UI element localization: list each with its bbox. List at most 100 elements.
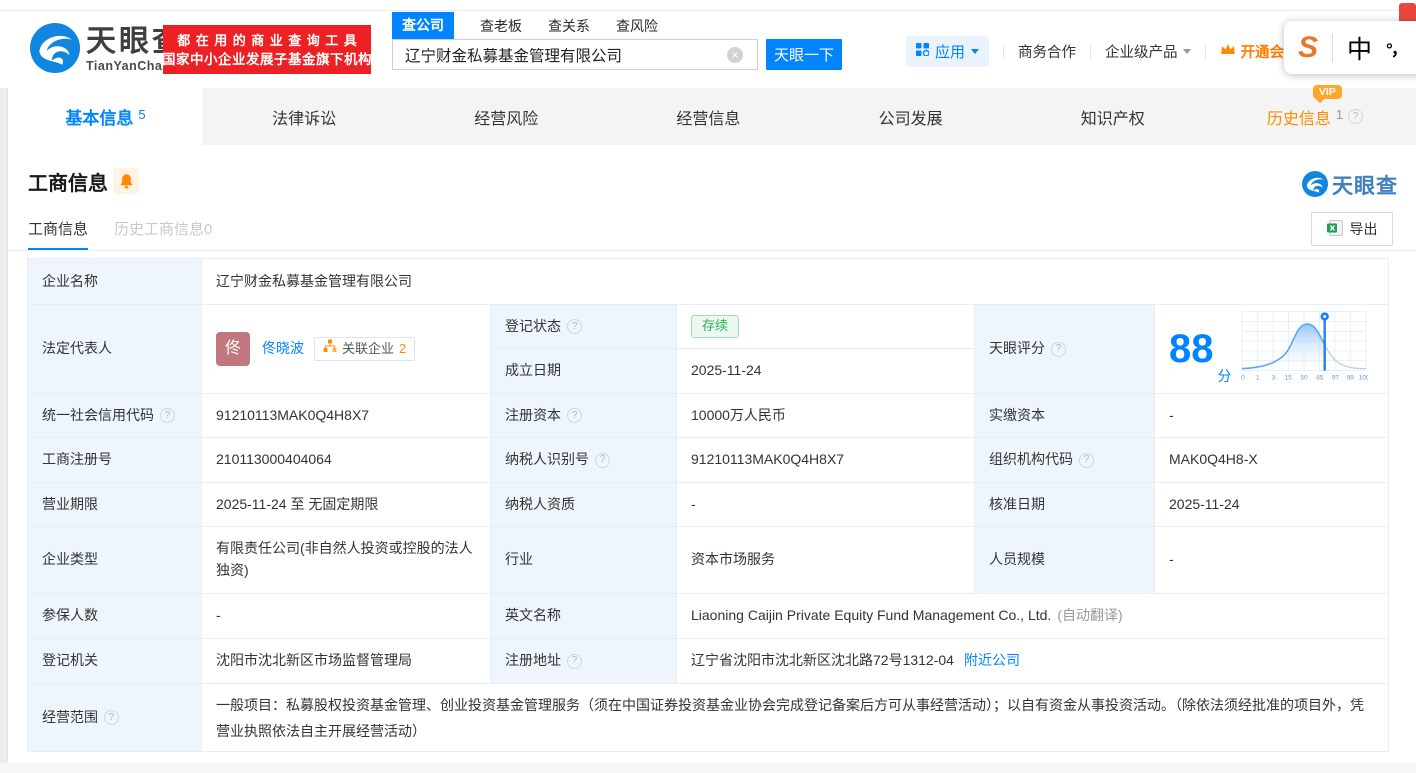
header-divider — [1090, 44, 1092, 59]
subtab-history-business-info[interactable]: 历史工商信息0 — [114, 218, 212, 251]
tab-company-development[interactable]: 公司发展 — [810, 88, 1012, 145]
apps-menu-label: 应用 — [935, 44, 966, 61]
field-label-reg-number: 工商注册号 — [28, 438, 202, 483]
export-button-label: 导出 — [1349, 221, 1378, 237]
top-divider — [0, 10, 1416, 11]
legal-rep-name-link[interactable]: 佟晓波 — [262, 338, 304, 360]
crown-icon — [1220, 43, 1236, 60]
help-icon[interactable] — [104, 710, 119, 725]
field-label-reg-status: 登记状态 — [491, 305, 677, 349]
search-tab-relation[interactable]: 查关系 — [548, 16, 590, 39]
section-title: 工商信息 — [28, 173, 108, 195]
watermark-text: 天眼查 — [1332, 175, 1398, 198]
svg-text:0: 0 — [1241, 374, 1245, 381]
tab-history-info[interactable]: 历史信息 VIP 1 — [1214, 84, 1416, 145]
status-badge: 存续 — [691, 315, 740, 338]
help-icon[interactable] — [1051, 341, 1066, 357]
input-method-toolbar: S 中 °， — [1284, 21, 1416, 74]
watermark-logo: 天眼查 — [1302, 170, 1398, 200]
avatar[interactable]: 佟 — [216, 332, 250, 366]
search-tab-risk[interactable]: 查风险 — [616, 16, 658, 39]
help-icon[interactable] — [160, 408, 175, 423]
tab-legal-proceedings[interactable]: 法律诉讼 — [203, 88, 405, 145]
tab-history-info-count: 1 — [1335, 107, 1344, 122]
field-value-reg-authority: 沈阳市沈北新区市场监督管理局 — [202, 639, 491, 684]
notification-bell-icon[interactable] — [113, 168, 139, 194]
ime-punctuation-toggle[interactable]: °， — [1386, 35, 1408, 60]
field-label-establish-date: 成立日期 — [491, 349, 677, 394]
vip-badge: VIP — [1312, 84, 1342, 99]
help-icon[interactable] — [567, 653, 582, 669]
help-icon[interactable] — [1348, 109, 1364, 124]
sogou-logo-icon[interactable]: S — [1298, 31, 1318, 65]
help-icon[interactable] — [595, 452, 610, 468]
subtab-business-info[interactable]: 工商信息 — [28, 218, 89, 251]
business-cooperation-link[interactable]: 商务合作 — [1018, 41, 1076, 62]
auto-translate-note: (自动翻译) — [1057, 607, 1123, 624]
field-value-business-term: 2025-11-24 至 无固定期限 — [202, 483, 491, 527]
field-value-paid-capital: - — [1155, 394, 1388, 438]
field-value-legal-rep: 佟 佟晓波 关联企业 2 — [202, 305, 491, 394]
excel-icon — [1326, 219, 1343, 239]
tab-basic-info[interactable]: 基本信息 5 — [8, 88, 203, 145]
slogan-line2: 国家中小企业发展子基金旗下机构 — [162, 51, 372, 67]
enterprise-products-label: 企业级产品 — [1105, 45, 1178, 61]
svg-text:50: 50 — [1300, 374, 1308, 381]
enterprise-products-link[interactable]: 企业级产品 — [1105, 41, 1191, 62]
apps-menu[interactable]: 应用 — [906, 36, 990, 67]
tab-operating-info[interactable]: 经营信息 — [607, 88, 809, 145]
ime-language-toggle[interactable]: 中 — [1347, 30, 1372, 66]
nearby-companies-link[interactable]: 附近公司 — [964, 650, 1020, 672]
field-value-credit-code: 91210113MAK0Q4H8X7 — [202, 394, 491, 438]
field-label-industry: 行业 — [491, 527, 677, 594]
field-label-org-code: 组织机构代码 — [975, 438, 1155, 483]
ime-divider — [1332, 33, 1334, 62]
field-value-reg-capital: 10000万人民币 — [677, 394, 975, 438]
svg-text:1: 1 — [1255, 374, 1259, 381]
field-label-reg-authority: 登记机关 — [28, 639, 202, 684]
search-tabs: 查公司 查老板 查关系 查风险 — [392, 12, 658, 39]
score-distribution-chart: 0 1 3 15 50 85 97 99 100 — [1240, 309, 1369, 390]
field-value-establish-date: 2025-11-24 — [677, 349, 975, 394]
slogan-banner: 都在用的商业查询工具 国家中小企业发展子基金旗下机构 — [162, 25, 372, 74]
field-label-legal-rep: 法定代表人 — [28, 305, 202, 394]
field-value-reg-status: 存续 — [677, 305, 975, 349]
header-divider — [1003, 44, 1005, 59]
related-companies-badge[interactable]: 关联企业 2 — [314, 337, 416, 361]
chevron-down-icon — [971, 49, 980, 54]
help-icon[interactable] — [567, 319, 582, 334]
subtabs: 工商信息 历史工商信息0 — [28, 218, 212, 251]
field-value-approval-date: 2025-11-24 — [1155, 483, 1388, 527]
business-info-table: 企业名称 辽宁财金私募基金管理有限公司 法定代表人 佟 佟晓波 关联企业 2 登… — [27, 258, 1389, 752]
search-tab-company[interactable]: 查公司 — [392, 12, 454, 39]
field-value-insured-count: - — [202, 594, 491, 639]
tianyancha-swirl-icon — [1302, 170, 1328, 200]
tab-intellectual-property[interactable]: 知识产权 — [1012, 88, 1214, 145]
left-gutter — [0, 88, 8, 773]
tab-basic-info-count: 5 — [138, 107, 146, 122]
clear-search-icon[interactable] — [727, 46, 743, 63]
field-label-insured-count: 参保人数 — [28, 594, 202, 639]
field-label-reg-capital: 注册资本 — [491, 394, 677, 438]
field-value-company-type: 有限责任公司(非自然人投资或控股的法人独资) — [202, 527, 491, 594]
svg-text:15: 15 — [1284, 374, 1292, 381]
svg-text:99: 99 — [1346, 374, 1354, 381]
help-icon[interactable] — [1079, 452, 1094, 468]
field-label-tyc-score: 天眼评分 — [975, 305, 1155, 394]
search-button[interactable]: 天眼一下 — [766, 39, 842, 70]
field-label-approval-date: 核准日期 — [975, 483, 1155, 527]
field-label-paid-capital: 实缴资本 — [975, 394, 1155, 438]
tab-basic-info-label: 基本信息 — [65, 109, 134, 128]
field-label-business-scope: 经营范围 — [28, 684, 202, 751]
field-value-taxpayer-quality: - — [677, 483, 975, 527]
field-value-company-name: 辽宁财金私募基金管理有限公司 — [202, 259, 1388, 305]
field-value-industry: 资本市场服务 — [677, 527, 975, 594]
help-icon[interactable] — [567, 408, 582, 423]
search-input[interactable] — [403, 41, 723, 68]
export-button[interactable]: 导出 — [1311, 212, 1393, 246]
search-box — [392, 39, 758, 70]
search-tab-boss[interactable]: 查老板 — [480, 16, 522, 39]
score-unit: 分 — [1217, 368, 1232, 385]
tab-operating-risk[interactable]: 经营风险 — [405, 88, 607, 145]
tianyancha-swirl-icon — [30, 23, 80, 76]
